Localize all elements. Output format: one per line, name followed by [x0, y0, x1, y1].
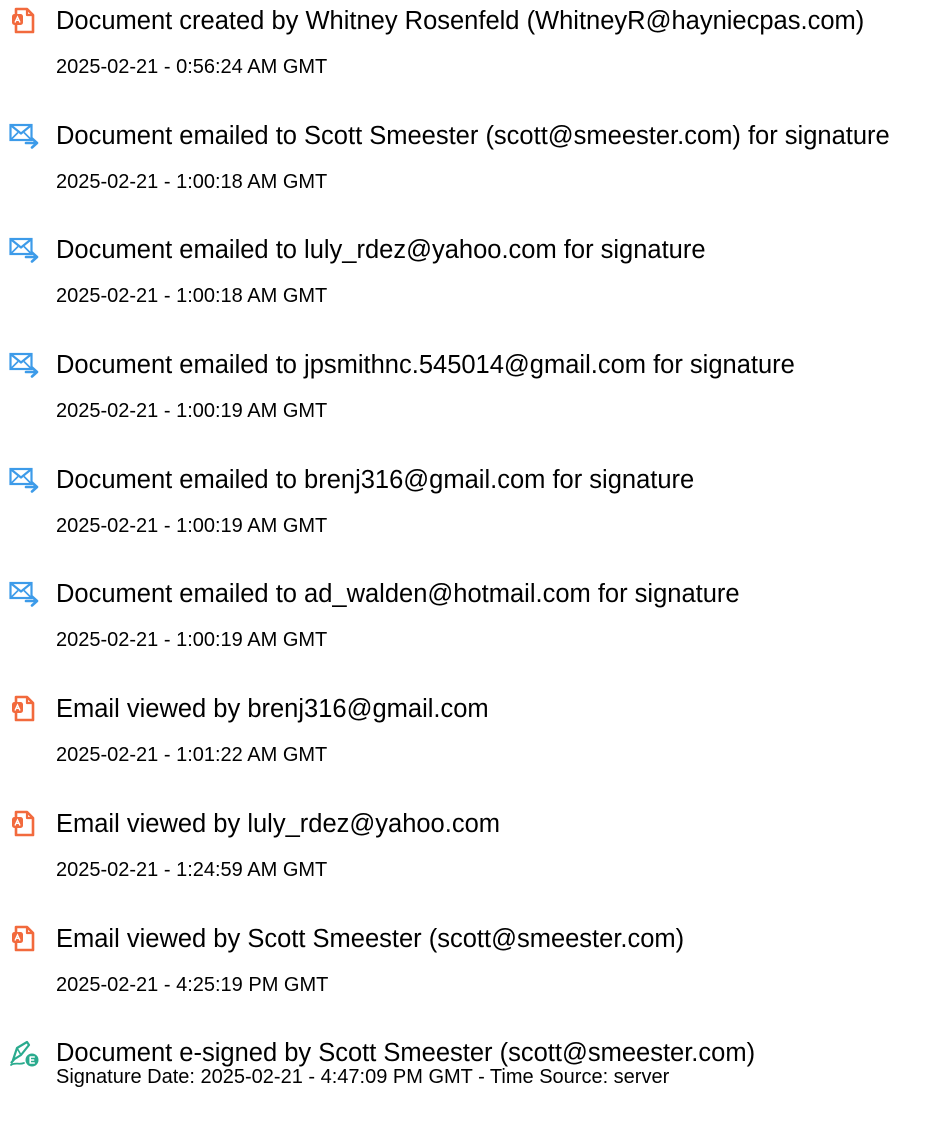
- audit-event: Document e-signed by Scott Smeester (sco…: [0, 1032, 929, 1147]
- email-sent-icon: [9, 579, 41, 609]
- event-description: Email viewed by brenj316@gmail.com: [56, 695, 489, 724]
- event-description: Document emailed to ad_walden@hotmail.co…: [56, 580, 740, 609]
- document-icon: [9, 809, 41, 839]
- document-icon: [9, 694, 41, 724]
- audit-event: Document emailed to ad_walden@hotmail.co…: [0, 573, 929, 688]
- audit-event: Email viewed by luly_rdez@yahoo.com 2025-…: [0, 803, 929, 918]
- event-timestamp: 2025-02-21 - 1:00:18 AM GMT: [56, 170, 328, 193]
- event-description: Document e-signed by Scott Smeester (sco…: [56, 1039, 756, 1068]
- event-description: Email viewed by Scott Smeester (scott@sm…: [56, 924, 685, 953]
- audit-event: Document created by Whitney Rosenfeld (W…: [0, 0, 929, 115]
- email-sent-icon: [9, 350, 41, 380]
- event-timestamp: 2025-02-21 - 0:56:24 AM GMT: [56, 56, 328, 78]
- event-timestamp: 2025-02-21 - 4:25:19 PM GMT: [56, 973, 329, 996]
- event-description: Document created by Whitney Rosenfeld (W…: [56, 7, 865, 35]
- document-icon: [9, 6, 41, 36]
- event-description: Document emailed to jpsmithnc.545014@gma…: [56, 351, 795, 380]
- email-sent-icon: [9, 465, 41, 495]
- audit-event: Document emailed to luly_rdez@yahoo.com …: [0, 229, 929, 344]
- audit-event: Document emailed to brenj316@gmail.com f…: [0, 459, 929, 574]
- signature-date: Signature Date: 2025-02-21 - 4:47:09 PM …: [56, 1066, 670, 1089]
- event-timestamp: 2025-02-21 - 1:00:19 AM GMT: [56, 400, 328, 423]
- audit-event: Email viewed by brenj316@gmail.com 2025-0…: [0, 688, 929, 803]
- event-description: Document emailed to luly_rdez@yahoo.com …: [56, 236, 706, 265]
- event-description: Document emailed to Scott Smeester (scot…: [56, 121, 890, 150]
- audit-event: Document emailed to jpsmithnc.545014@gma…: [0, 344, 929, 459]
- event-description: Email viewed by luly_rdez@yahoo.com: [56, 809, 500, 838]
- event-description: Document emailed to brenj316@gmail.com f…: [56, 465, 695, 494]
- email-sent-icon: [9, 121, 41, 151]
- audit-event: Email viewed by Scott Smeester (scott@sm…: [0, 918, 929, 1033]
- email-sent-icon: [9, 235, 41, 265]
- event-timestamp: 2025-02-21 - 1:00:19 AM GMT: [56, 629, 328, 652]
- e-sign-pen-icon: [9, 1038, 41, 1068]
- event-timestamp: 2025-02-21 - 1:00:19 AM GMT: [56, 514, 328, 537]
- event-timestamp: 2025-02-21 - 1:00:18 AM GMT: [56, 285, 328, 308]
- event-timestamp: 2025-02-21 - 1:01:22 AM GMT: [56, 744, 328, 767]
- document-icon: [9, 924, 41, 954]
- audit-event: Document emailed to Scott Smeester (scot…: [0, 115, 929, 230]
- audit-event-list: Document created by Whitney Rosenfeld (W…: [0, 0, 929, 1147]
- event-timestamp: 2025-02-21 - 1:24:59 AM GMT: [56, 858, 328, 881]
